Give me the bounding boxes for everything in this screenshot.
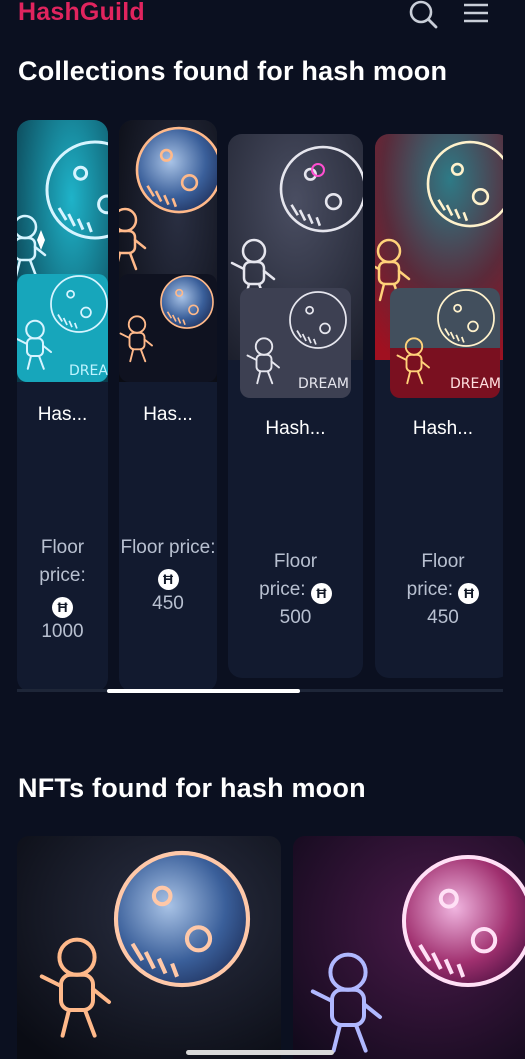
hamburger-menu-icon[interactable] xyxy=(460,0,492,30)
floor-price-label: Floor price: xyxy=(39,537,86,586)
floor-price-value: 450 xyxy=(152,593,184,614)
nft-card[interactable] xyxy=(17,836,281,1059)
hbar-icon: Ħ xyxy=(310,583,332,604)
search-icon[interactable] xyxy=(408,0,440,30)
collection-card[interactable]: DREAM Has... Floor price: Ħ 1000 xyxy=(17,120,108,692)
floor-price-value: 500 xyxy=(279,607,312,628)
floor-price: Floor price: Ħ 500 xyxy=(228,548,363,632)
hbar-icon: Ħ xyxy=(52,597,73,618)
collection-name: Hash... xyxy=(412,418,474,439)
collection-card[interactable]: DREAM Hash... Floor price: Ħ 500 xyxy=(228,134,363,678)
collections-section-title: Collections found for hash moon xyxy=(18,56,448,86)
floor-price-label: Floor xyxy=(421,551,465,572)
dream-text: DREAM xyxy=(69,363,108,379)
nft-card[interactable] xyxy=(293,836,525,1059)
collection-thumbnail: DREAM xyxy=(17,274,108,382)
floor-price-value: 1000 xyxy=(41,621,84,642)
carousel-scroll-thumb[interactable] xyxy=(107,689,300,693)
hbar-icon: Ħ xyxy=(157,569,179,590)
app-header: HashGuild xyxy=(0,0,525,30)
floor-price: Floor price: Ħ 450 xyxy=(119,534,217,618)
home-indicator[interactable] xyxy=(186,1050,334,1055)
hbar-icon: Ħ xyxy=(458,583,480,604)
floor-price-value: 450 xyxy=(427,607,459,628)
collection-thumbnail xyxy=(119,274,217,382)
collection-name: Hash... xyxy=(265,418,326,439)
nfts-section-title: NFTs found for hash moon xyxy=(18,773,366,803)
collection-card[interactable]: DREAM Hash... Floor price: Ħ 450 xyxy=(375,134,503,678)
collections-carousel[interactable]: DREAM Has... Floor price: Ħ 1000 xyxy=(17,118,503,694)
collection-thumbnail: DREAM xyxy=(240,288,351,398)
floor-price: Floor price: Ħ 1000 xyxy=(17,534,108,646)
collection-thumbnail: DREAM xyxy=(390,288,500,398)
floor-price: Floor price: Ħ 450 xyxy=(375,548,503,632)
nft-image xyxy=(17,836,281,1059)
nft-image xyxy=(293,836,525,1059)
dream-text: DREAM xyxy=(298,376,349,392)
collection-name: Has... xyxy=(143,404,193,425)
dream-text: DREAM xyxy=(450,376,500,392)
collection-name: Has... xyxy=(37,404,88,425)
floor-price-label: Floor xyxy=(273,551,318,572)
collection-card[interactable]: Has... Floor price: Ħ 450 xyxy=(119,120,217,692)
floor-price-label: Floor price: xyxy=(120,537,216,558)
hashguild-logo[interactable]: HashGuild xyxy=(18,0,145,27)
